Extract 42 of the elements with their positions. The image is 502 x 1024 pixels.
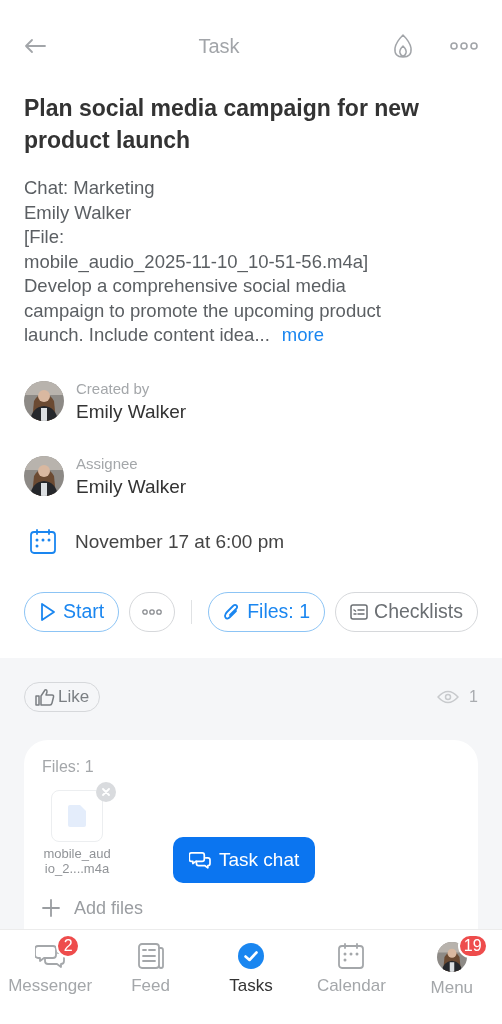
files-title: Files: 1 — [42, 757, 95, 776]
thumbs-up-icon — [35, 687, 55, 706]
view-count: 1 — [469, 687, 478, 706]
count-badge: 2 — [56, 933, 81, 958]
more-link[interactable]: more — [281, 324, 324, 345]
more-icon[interactable] — [450, 41, 478, 51]
more-icon — [142, 607, 163, 616]
calendar-icon — [337, 941, 366, 970]
flame-icon[interactable] — [392, 33, 414, 59]
add-files-link[interactable]: Add files — [74, 897, 144, 919]
person-name: Emily Walker — [76, 475, 187, 498]
task-chat-button[interactable]: Task chat — [173, 837, 316, 883]
plus-icon[interactable] — [42, 899, 60, 917]
checklists-button[interactable]: Checklists — [335, 591, 478, 632]
play-icon — [39, 601, 57, 622]
task-title: Plan social media campaign for new product launch — [24, 94, 420, 155]
eye-icon — [437, 689, 460, 704]
checklist-icon — [350, 602, 369, 621]
more-button[interactable] — [129, 591, 176, 632]
tab[interactable]: Menu 19 — [401, 929, 502, 1024]
tab[interactable]: Feed — [100, 929, 201, 1024]
file-name: mobile_aud io_2....m4a — [43, 845, 111, 876]
check-circle-icon — [237, 941, 265, 970]
tab[interactable]: Messenger 2 — [0, 929, 101, 1024]
start-button[interactable]: Start — [24, 591, 120, 632]
count-badge: 19 — [457, 933, 488, 958]
remove-button[interactable] — [96, 781, 116, 802]
document-icon — [68, 804, 86, 827]
screen-title: Task — [198, 34, 240, 58]
role-label: Created by — [76, 379, 151, 397]
close-icon — [102, 787, 110, 796]
chat-bubbles-icon — [189, 850, 211, 870]
back-arrow-icon[interactable] — [24, 38, 46, 54]
task-description: Chat: Marketing Emily Walker [File: mobile_audio_2025-11-10_10-51-56.m4a] Develop a comprehensive social media campaign to promote the upcoming product launch. Include content idea... more — [24, 176, 382, 347]
role-label: Assignee — [76, 454, 139, 472]
deadline-text: November 17 at 6:00 pm — [75, 530, 285, 553]
calendar-icon — [29, 527, 57, 556]
tab[interactable]: Tasks — [200, 929, 302, 1024]
tab[interactable]: Calendar — [301, 929, 402, 1024]
files-button[interactable]: Files: 1 — [208, 591, 326, 632]
person-name: Emily Walker — [76, 400, 187, 423]
newspaper-icon — [136, 941, 165, 970]
